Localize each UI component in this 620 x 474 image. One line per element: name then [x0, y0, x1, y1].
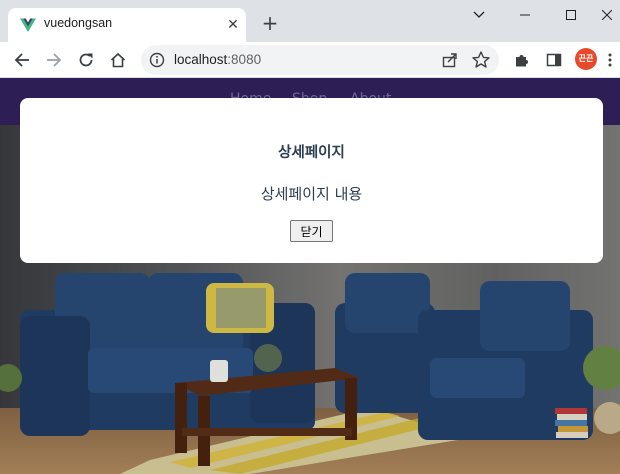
extensions-button[interactable]: [509, 47, 535, 73]
tab-close-icon[interactable]: ✕: [224, 16, 242, 34]
tab-title: vuedongsan: [44, 16, 113, 30]
profile-avatar[interactable]: 끈끈: [575, 48, 597, 70]
menu-button[interactable]: [603, 47, 617, 73]
star-icon[interactable]: [471, 50, 491, 70]
address-host: localhost: [174, 52, 228, 67]
maximize-icon: [566, 10, 576, 20]
minimize-icon: [520, 14, 530, 16]
side-panel-icon: [546, 53, 562, 67]
minimize-button[interactable]: [502, 2, 548, 28]
modal-body-text: 상세페이지 내용: [260, 185, 363, 203]
back-button[interactable]: [9, 47, 35, 73]
side-panel-button[interactable]: [541, 47, 567, 73]
modal-title: 상세페이지: [278, 145, 345, 161]
new-tab-button[interactable]: +: [258, 12, 282, 36]
address-url[interactable]: localhost:8080: [174, 52, 261, 67]
browser-tab[interactable]: vuedongsan ✕: [8, 8, 246, 42]
modal-close-button[interactable]: 닫기: [290, 220, 333, 242]
vue-logo-icon: [20, 18, 36, 32]
puzzle-icon: [516, 55, 528, 67]
info-icon[interactable]: [149, 52, 165, 68]
page-viewport: Home Shop About 상세페이지 상세페이지 내용 닫기: [0, 78, 620, 474]
share-icon[interactable]: [441, 51, 459, 69]
reload-button[interactable]: [73, 47, 99, 73]
tab-search-button[interactable]: [456, 2, 502, 28]
address-bar[interactable]: localhost:8080: [141, 45, 499, 75]
home-button[interactable]: [105, 47, 131, 73]
forward-button[interactable]: [41, 47, 67, 73]
maximize-button[interactable]: [548, 2, 594, 28]
detail-modal: 상세페이지 상세페이지 내용 닫기: [20, 98, 603, 263]
browser-toolbar: localhost:8080 끈끈: [0, 42, 620, 78]
reload-icon: [79, 53, 93, 67]
address-port: :8080: [227, 52, 262, 67]
chevron-down-icon: [473, 11, 485, 18]
home-icon: [110, 52, 126, 68]
browser-titlebar: vuedongsan ✕ +: [0, 0, 620, 42]
kebab-menu-icon: [608, 53, 612, 67]
window-close-button[interactable]: [594, 2, 620, 28]
back-arrow-icon: [14, 53, 29, 67]
close-icon: [602, 10, 612, 20]
forward-arrow-icon: [47, 53, 62, 67]
